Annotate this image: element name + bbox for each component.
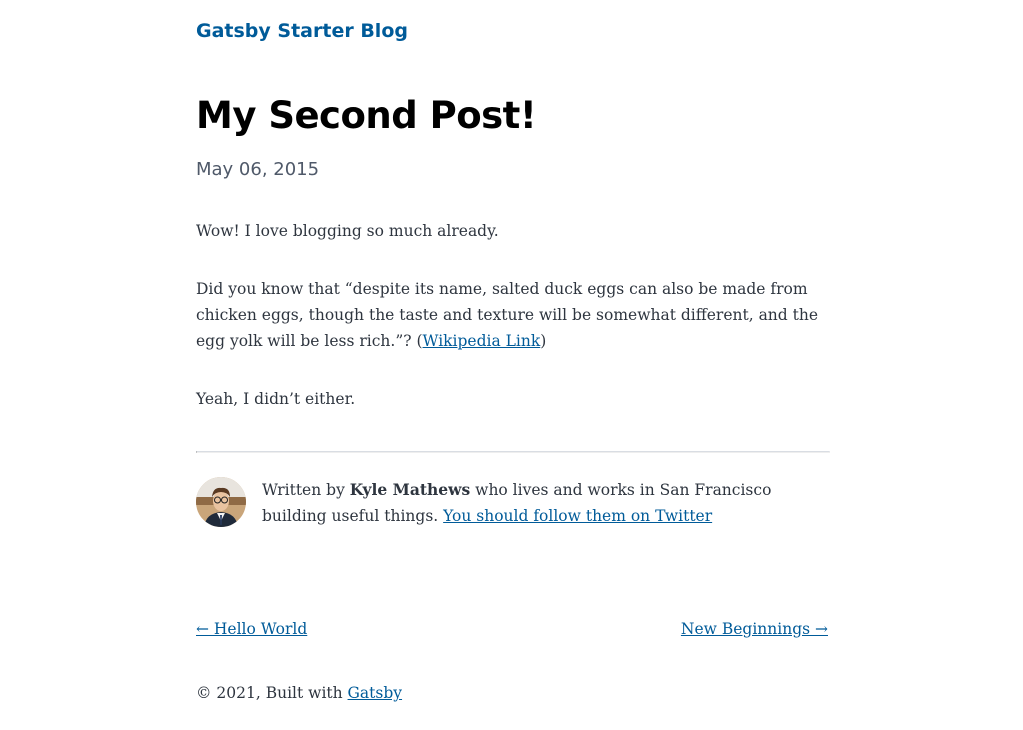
bio-prefix: Written by: [262, 481, 350, 499]
paragraph: Wow! I love blogging so much already.: [196, 222, 499, 240]
post-title: My Second Post!: [196, 94, 537, 137]
post-body: Wow! I love blogging so much already. Di…: [196, 218, 828, 444]
bio-text: Written by Kyle Mathews who lives and wo…: [262, 477, 828, 529]
previous-post-link[interactable]: ← Hello World: [196, 616, 307, 642]
divider: [196, 451, 830, 453]
paragraph: Did you know that “despite its name, sal…: [196, 276, 828, 354]
avatar-image: [196, 477, 246, 527]
twitter-link[interactable]: You should follow them on Twitter: [443, 507, 712, 525]
site-title-link[interactable]: Gatsby Starter Blog: [196, 20, 408, 42]
footer: © 2021, Built with Gatsby: [196, 680, 402, 706]
author-bio: Written by Kyle Mathews who lives and wo…: [196, 477, 828, 529]
wikipedia-link[interactable]: Wikipedia Link: [423, 332, 541, 350]
author-avatar: [196, 477, 246, 527]
post-navigation: ← Hello World New Beginnings →: [196, 616, 828, 642]
author-name: Kyle Mathews: [349, 480, 471, 499]
post-date: May 06, 2015: [196, 159, 320, 180]
paragraph-text-end: ): [540, 332, 547, 350]
copyright-text: © 2021, Built with: [196, 684, 348, 702]
gatsby-link[interactable]: Gatsby: [348, 684, 403, 702]
paragraph: Yeah, I didn’t either.: [196, 390, 356, 408]
next-post-link[interactable]: New Beginnings →: [681, 616, 828, 642]
